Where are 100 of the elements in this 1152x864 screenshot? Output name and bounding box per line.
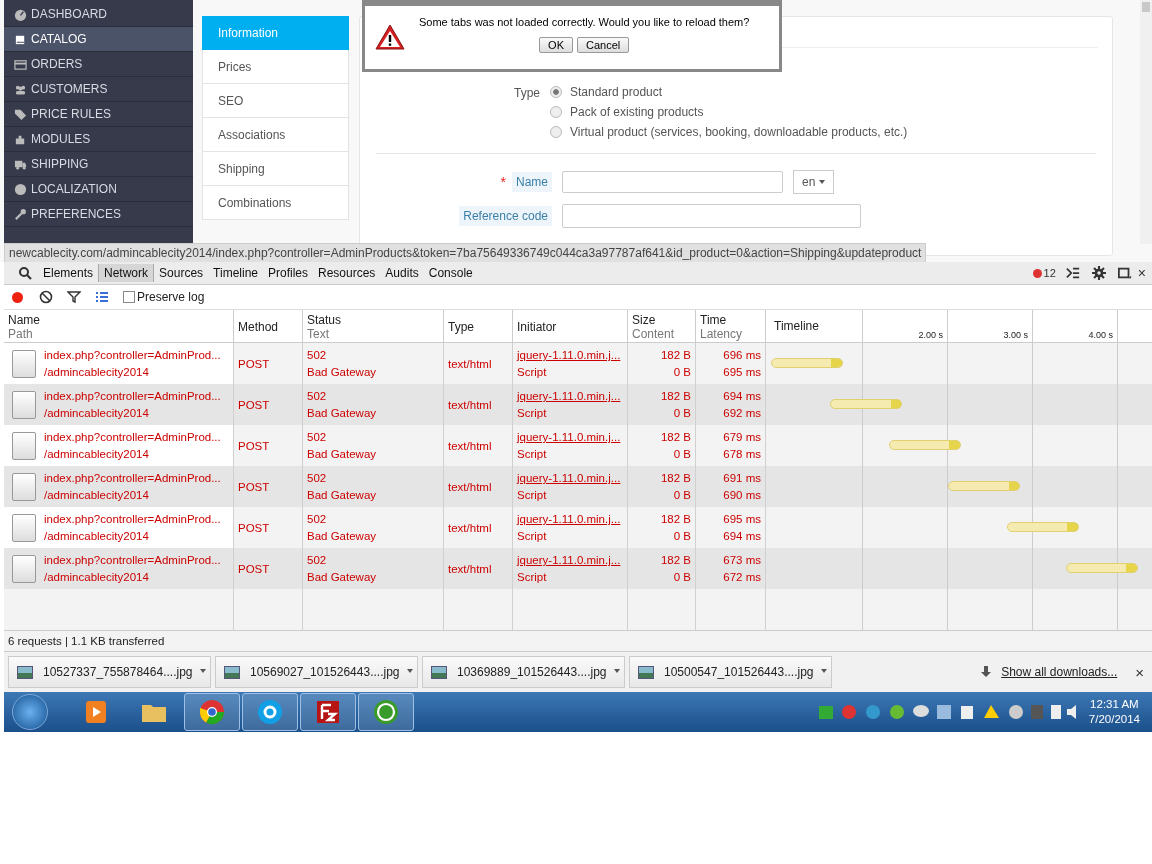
download-item[interactable]: 10527337_755878464....jpg xyxy=(8,656,211,688)
method-cell: POST xyxy=(238,439,270,452)
request-name[interactable]: index.php?controller=AdminProd... xyxy=(44,512,221,526)
radio-label: Pack of existing products xyxy=(570,105,704,119)
time-cell: 696 ms xyxy=(723,348,761,362)
status-code: 502 xyxy=(307,348,328,362)
request-name[interactable]: index.php?controller=AdminProd... xyxy=(44,430,221,444)
filter-icon[interactable] xyxy=(67,290,81,304)
product-tab[interactable]: SEO xyxy=(202,84,349,118)
status-text: Bad Gateway xyxy=(307,365,377,379)
sidebar-item[interactable]: MODULES xyxy=(4,127,193,152)
request-name[interactable]: index.php?controller=AdminProd... xyxy=(44,348,221,362)
initiator-link[interactable]: jquery-1.11.0.min.j... xyxy=(517,512,621,526)
initiator-link[interactable]: jquery-1.11.0.min.j... xyxy=(517,553,621,567)
taskbar-app[interactable] xyxy=(300,693,356,731)
search-icon[interactable] xyxy=(18,266,32,280)
dropdown-caret-icon[interactable] xyxy=(407,669,413,673)
reference-code-field[interactable] xyxy=(562,204,861,228)
devtools-tab[interactable]: Elements xyxy=(38,264,99,282)
close-icon[interactable]: × xyxy=(1135,663,1144,681)
sidebar-item[interactable]: ORDERS xyxy=(4,52,193,77)
time-cell: 691 ms xyxy=(723,471,761,485)
sidebar-item[interactable]: PRICE RULES xyxy=(4,102,193,127)
dashboard-icon xyxy=(14,7,27,21)
reference-code-label: Reference code xyxy=(459,206,552,226)
taskbar-app[interactable] xyxy=(184,693,240,731)
type-cell: text/html xyxy=(448,357,492,370)
latency-cell: 692 ms xyxy=(723,406,761,420)
time-cell: 673 ms xyxy=(723,553,761,567)
error-icon xyxy=(1032,268,1042,278)
request-path: /admincablecity2014 xyxy=(44,365,150,379)
devtools-tab[interactable]: Audits xyxy=(380,264,424,282)
type-cell: text/html xyxy=(448,521,492,534)
close-icon[interactable]: × xyxy=(1137,265,1146,281)
initiator-link[interactable]: jquery-1.11.0.min.j... xyxy=(517,389,621,403)
initiator-link[interactable]: jquery-1.11.0.min.j... xyxy=(517,471,621,485)
initiator-type: Script xyxy=(517,406,548,420)
wrench-icon xyxy=(14,207,27,221)
download-arrow-icon xyxy=(981,666,992,678)
sidebar-item[interactable]: CATALOG xyxy=(4,27,193,52)
content-size: 0 B xyxy=(673,570,691,584)
sidebar-item[interactable]: LOCALIZATION xyxy=(4,177,193,202)
status-text: Bad Gateway xyxy=(307,488,377,502)
list-view-icon[interactable] xyxy=(95,290,109,304)
request-name[interactable]: index.php?controller=AdminProd... xyxy=(44,471,221,485)
radio-button[interactable] xyxy=(550,86,562,98)
clear-icon[interactable] xyxy=(39,290,53,304)
name-field[interactable] xyxy=(562,171,783,193)
devtools-tab[interactable]: Resources xyxy=(313,264,381,282)
status-code: 502 xyxy=(307,389,328,403)
timing-bar xyxy=(1066,563,1138,573)
show-all-downloads-link[interactable]: Show all downloads... xyxy=(1001,665,1118,679)
clock-date[interactable]: 7/20/2014 xyxy=(1088,712,1140,727)
product-tab[interactable]: Shipping xyxy=(202,152,349,186)
download-item[interactable]: 10569027_101526443....jpg xyxy=(215,656,418,688)
sidebar-item[interactable]: CUSTOMERS xyxy=(4,77,193,102)
language-dropdown[interactable]: en xyxy=(793,170,835,194)
devtools-tab[interactable]: Profiles xyxy=(263,264,313,282)
radio-button[interactable] xyxy=(550,106,562,118)
size-cell: 182 B xyxy=(660,430,691,444)
taskbar-app[interactable] xyxy=(242,693,298,731)
devtools-tab[interactable]: Timeline xyxy=(208,264,263,282)
latency-cell: 694 ms xyxy=(723,529,761,543)
sidebar-item[interactable]: PREFERENCES xyxy=(4,202,193,227)
start-button[interactable] xyxy=(12,694,48,730)
devtools-tab[interactable]: Network xyxy=(98,264,155,282)
initiator-link[interactable]: jquery-1.11.0.min.j... xyxy=(517,430,621,444)
dropdown-caret-icon[interactable] xyxy=(200,669,206,673)
dropdown-caret-icon[interactable] xyxy=(614,669,620,673)
status-code: 502 xyxy=(307,512,328,526)
clock-time[interactable]: 12:31 AM xyxy=(1090,697,1139,712)
download-item[interactable]: 10369889_101526443....jpg xyxy=(422,656,625,688)
sidebar-item[interactable]: SHIPPING xyxy=(4,152,193,177)
console-drawer-icon[interactable] xyxy=(1065,266,1080,280)
product-tab[interactable]: Combinations xyxy=(202,186,349,220)
dock-icon[interactable] xyxy=(1117,266,1132,280)
dialog-button[interactable]: OK xyxy=(539,37,573,53)
download-item[interactable]: 10500547_101526443....jpg xyxy=(629,656,832,688)
initiator-link[interactable]: jquery-1.11.0.min.j... xyxy=(517,348,621,362)
size-cell: 182 B xyxy=(660,389,691,403)
record-icon[interactable] xyxy=(12,291,23,303)
devtools-tab[interactable]: Sources xyxy=(154,264,209,282)
error-count[interactable]: 12 xyxy=(1043,267,1056,279)
method-cell: POST xyxy=(238,357,270,370)
taskbar-app[interactable] xyxy=(358,693,414,731)
checkbox[interactable] xyxy=(123,291,135,303)
dropdown-caret-icon[interactable] xyxy=(821,669,827,673)
scrollbar[interactable] xyxy=(1140,0,1152,244)
settings-icon[interactable] xyxy=(1091,266,1106,280)
product-tab[interactable]: Prices xyxy=(202,50,349,84)
method-cell: POST xyxy=(238,562,270,575)
required-mark: * xyxy=(500,174,506,190)
radio-button[interactable] xyxy=(550,126,562,138)
request-name[interactable]: index.php?controller=AdminProd... xyxy=(44,389,221,403)
image-file-icon xyxy=(638,665,654,679)
product-tab[interactable]: Associations xyxy=(202,118,349,152)
request-name[interactable]: index.php?controller=AdminProd... xyxy=(44,553,221,567)
devtools-tab[interactable]: Console xyxy=(423,264,478,282)
time-cell: 694 ms xyxy=(723,389,761,403)
dialog-button[interactable]: Cancel xyxy=(577,37,630,53)
